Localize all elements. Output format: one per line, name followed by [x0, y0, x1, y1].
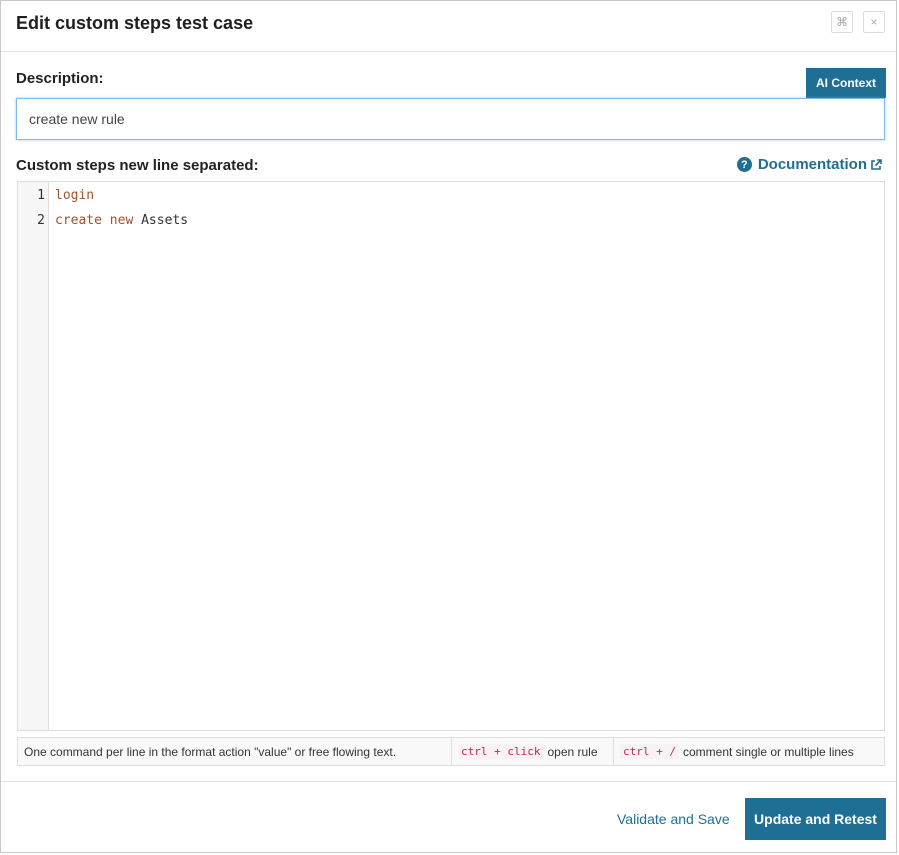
- code-keyword: new: [109, 213, 134, 228]
- update-and-retest-button[interactable]: Update and Retest: [745, 798, 886, 840]
- comment-hint: ctrl + / comment single or multiple line…: [614, 738, 884, 765]
- open-rule-hint: ctrl + click open rule: [452, 738, 614, 765]
- modal-title: Edit custom steps test case: [16, 13, 254, 33]
- line-number: 2: [37, 213, 45, 228]
- comment-shortcut: ctrl + /: [620, 744, 679, 759]
- documentation-link[interactable]: ? Documentation: [736, 156, 882, 173]
- editor-hint-bar: One command per line in the format actio…: [17, 737, 885, 766]
- code-keyword: login: [55, 188, 95, 203]
- modal-header: Edit custom steps test case ⌘ ×: [1, 1, 896, 52]
- description-input[interactable]: [16, 98, 885, 140]
- help-icon: ?: [736, 157, 752, 172]
- comment-text: comment single or multiple lines: [682, 744, 854, 759]
- code-line[interactable]: create new Assets: [55, 213, 188, 228]
- line-number: 1: [37, 188, 45, 203]
- line-gutter: 12: [18, 182, 49, 730]
- external-link-icon: [870, 158, 882, 171]
- edit-test-case-modal: Edit custom steps test case ⌘ × Descript…: [0, 0, 897, 853]
- documentation-label: Documentation: [757, 156, 867, 173]
- expand-icon: ⌘: [836, 15, 848, 29]
- modal-footer: Validate and Save Update and Retest: [1, 781, 896, 854]
- code-text: Assets: [133, 213, 189, 228]
- open-rule-text: open rule: [547, 744, 598, 759]
- expand-button[interactable]: ⌘: [831, 11, 853, 33]
- close-icon: ×: [870, 15, 878, 29]
- validate-and-save-link[interactable]: Validate and Save: [617, 811, 730, 827]
- code-line[interactable]: login: [55, 188, 94, 203]
- format-hint: One command per line in the format actio…: [18, 738, 452, 765]
- custom-steps-label: Custom steps new line separated:: [16, 157, 259, 174]
- open-rule-shortcut: ctrl + click: [458, 744, 544, 759]
- description-label: Description:: [16, 70, 104, 87]
- format-hint-text: One command per line in the format actio…: [24, 744, 397, 759]
- code-editor[interactable]: 12 login create new Assets: [17, 181, 885, 731]
- close-button[interactable]: ×: [863, 11, 885, 33]
- code-keyword: create: [55, 213, 102, 228]
- ai-context-button[interactable]: AI Context: [806, 68, 886, 98]
